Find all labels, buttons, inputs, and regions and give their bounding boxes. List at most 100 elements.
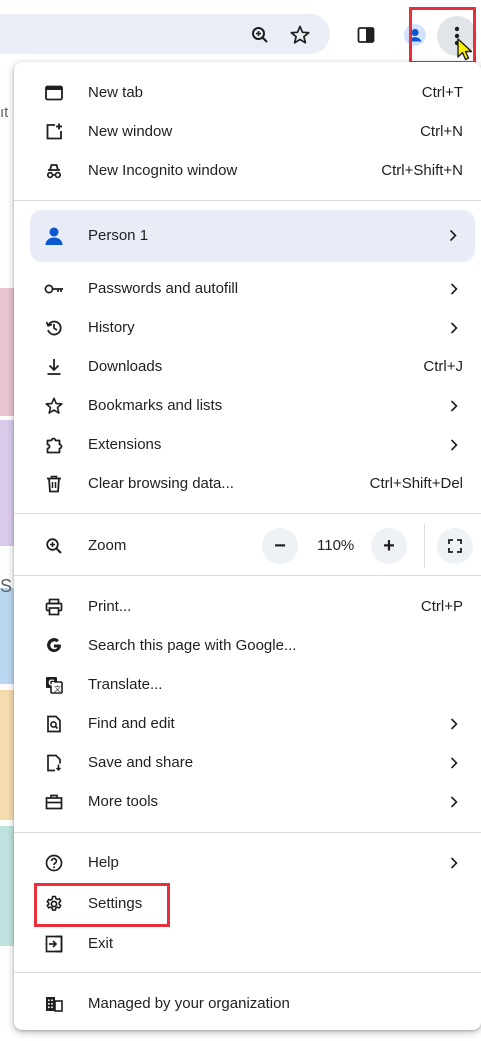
menu-item-label: New window bbox=[88, 123, 173, 140]
menu-separator bbox=[14, 972, 481, 973]
shortcut-label: Ctrl+Shift+N bbox=[381, 162, 463, 179]
shortcut-label: Ctrl+P bbox=[420, 598, 463, 615]
menu-separator bbox=[14, 575, 481, 576]
menu-item-translate[interactable]: G文 Translate... bbox=[14, 665, 481, 704]
background-card bbox=[0, 826, 14, 946]
zoom-divider bbox=[424, 524, 425, 568]
chevron-right-icon bbox=[450, 321, 458, 334]
chevron-right-icon bbox=[450, 856, 458, 869]
menu-item-new-window[interactable]: New window Ctrl+N bbox=[14, 112, 481, 151]
menu-item-search-google[interactable]: Search this page with Google... bbox=[14, 626, 481, 665]
person-icon bbox=[44, 226, 64, 246]
zoom-out-button[interactable]: − bbox=[262, 528, 298, 564]
toolbox-icon bbox=[44, 792, 64, 812]
mouse-cursor-icon bbox=[457, 38, 473, 61]
history-icon bbox=[44, 318, 64, 338]
menu-item-label: Translate... bbox=[88, 676, 163, 693]
shortcut-label: Ctrl+N bbox=[420, 123, 463, 140]
shortcut-label: Ctrl+T bbox=[421, 84, 463, 101]
printer-icon bbox=[44, 597, 64, 617]
menu-item-label: Bookmarks and lists bbox=[88, 397, 223, 414]
menu-item-exit[interactable]: Exit bbox=[14, 924, 481, 963]
menu-item-more-tools[interactable]: More tools bbox=[14, 782, 481, 821]
side-panel-icon[interactable] bbox=[350, 19, 382, 51]
menu-separator bbox=[14, 200, 481, 201]
menu-item-zoom: Zoom bbox=[14, 526, 481, 565]
background-card bbox=[0, 588, 14, 684]
chevron-right-icon bbox=[449, 229, 457, 242]
browser-toolbar bbox=[0, 0, 481, 64]
menu-item-label: Passwords and autofill bbox=[88, 280, 239, 297]
find-icon bbox=[44, 714, 64, 734]
menu-item-managed[interactable]: Managed by your organization bbox=[14, 984, 481, 1023]
menu-item-print[interactable]: Print... Ctrl+P bbox=[14, 587, 481, 626]
background-text: ıt bbox=[0, 104, 9, 121]
menu-item-profile[interactable]: Person 1 bbox=[30, 210, 475, 262]
menu-item-extensions[interactable]: Extensions bbox=[14, 425, 481, 464]
background-card bbox=[0, 420, 14, 546]
fullscreen-icon bbox=[448, 539, 462, 553]
profile-name: Person 1 bbox=[88, 227, 149, 244]
help-icon bbox=[44, 853, 64, 873]
chevron-right-icon bbox=[450, 756, 458, 769]
menu-item-label: Print... bbox=[88, 598, 132, 615]
menu-item-label: Save and share bbox=[88, 754, 194, 771]
building-icon bbox=[44, 994, 64, 1014]
menu-item-passwords[interactable]: Passwords and autofill bbox=[14, 269, 481, 308]
shortcut-label: Ctrl+J bbox=[423, 358, 463, 375]
key-icon bbox=[44, 279, 64, 299]
star-icon[interactable] bbox=[284, 19, 316, 51]
save-share-icon bbox=[44, 753, 64, 773]
menu-item-label: Zoom bbox=[88, 537, 127, 554]
zoom-level: 110% bbox=[317, 537, 355, 554]
menu-item-bookmarks[interactable]: Bookmarks and lists bbox=[14, 386, 481, 425]
menu-item-label: Exit bbox=[88, 935, 114, 952]
settings-highlight bbox=[34, 883, 170, 927]
menu-item-label: More tools bbox=[88, 793, 159, 810]
fullscreen-button[interactable] bbox=[437, 528, 473, 564]
background-card bbox=[0, 690, 14, 820]
trash-icon bbox=[44, 474, 64, 494]
shortcut-label: Ctrl+Shift+Del bbox=[369, 475, 463, 492]
menu-item-label: Search this page with Google... bbox=[88, 637, 297, 654]
chevron-right-icon bbox=[450, 717, 458, 730]
background-card bbox=[0, 288, 14, 416]
chevron-right-icon bbox=[450, 438, 458, 451]
new-window-icon bbox=[44, 122, 64, 142]
menu-item-downloads[interactable]: Downloads Ctrl+J bbox=[14, 347, 481, 386]
address-bar[interactable] bbox=[0, 14, 330, 54]
chrome-main-menu: New tab Ctrl+T New window Ctrl+N New Inc… bbox=[14, 62, 481, 1030]
star-icon bbox=[44, 396, 64, 416]
zoom-in-icon[interactable] bbox=[244, 19, 276, 51]
menu-item-label: Extensions bbox=[88, 436, 162, 453]
menu-item-save-share[interactable]: Save and share bbox=[14, 743, 481, 782]
zoom-icon bbox=[44, 536, 64, 556]
translate-icon: G文 bbox=[44, 675, 64, 695]
menu-item-new-tab[interactable]: New tab Ctrl+T bbox=[14, 73, 481, 112]
chevron-right-icon bbox=[450, 795, 458, 808]
exit-icon bbox=[44, 934, 64, 954]
menu-separator bbox=[14, 513, 481, 514]
menu-item-label: History bbox=[88, 319, 135, 336]
menu-item-incognito[interactable]: New Incognito window Ctrl+Shift+N bbox=[14, 151, 481, 190]
chevron-right-icon bbox=[450, 399, 458, 412]
extension-icon bbox=[44, 435, 64, 455]
menu-item-history[interactable]: History bbox=[14, 308, 481, 347]
menu-item-clear-browsing-data[interactable]: Clear browsing data... Ctrl+Shift+Del bbox=[14, 464, 481, 503]
new-tab-icon bbox=[44, 83, 64, 103]
download-icon bbox=[44, 357, 64, 377]
menu-item-find-edit[interactable]: Find and edit bbox=[14, 704, 481, 743]
menu-item-label: Downloads bbox=[88, 358, 163, 375]
menu-item-label: Find and edit bbox=[88, 715, 175, 732]
incognito-icon bbox=[44, 161, 64, 181]
menu-item-label: Help bbox=[88, 854, 119, 871]
background-text: S bbox=[0, 576, 13, 596]
menu-item-label: Managed by your organization bbox=[88, 995, 290, 1012]
zoom-in-button[interactable]: + bbox=[371, 528, 407, 564]
menu-item-label: Clear browsing data... bbox=[88, 475, 234, 492]
menu-item-label: New Incognito window bbox=[88, 162, 238, 179]
menu-item-help[interactable]: Help bbox=[14, 843, 481, 882]
google-icon bbox=[44, 636, 64, 656]
chevron-right-icon bbox=[450, 282, 458, 295]
svg-text:文: 文 bbox=[54, 684, 61, 693]
